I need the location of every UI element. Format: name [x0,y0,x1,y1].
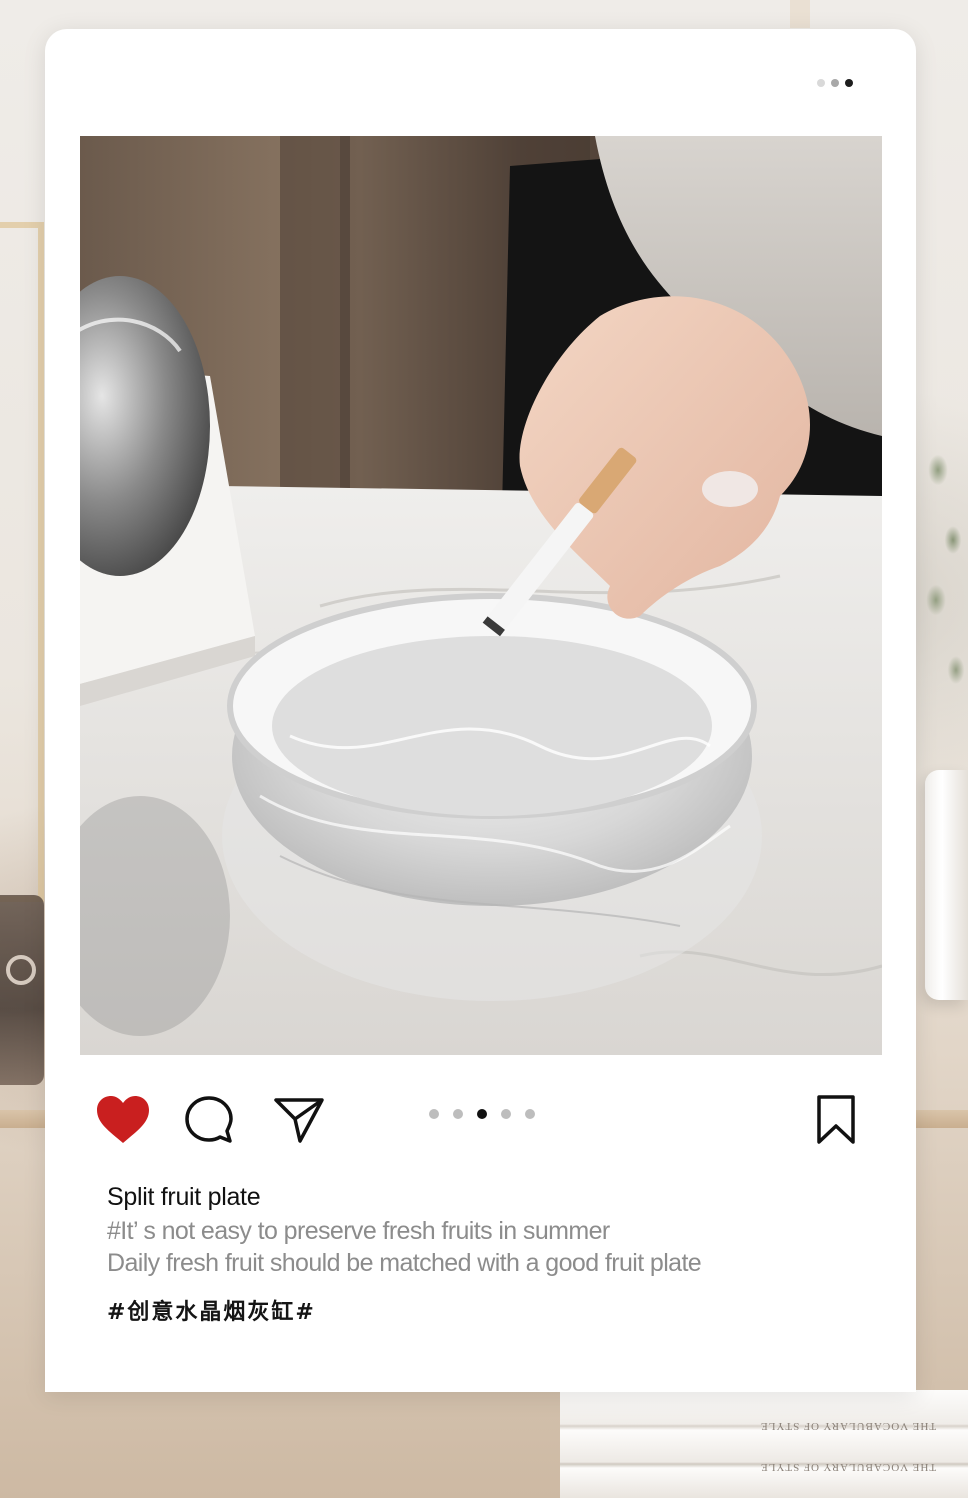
top-indicator [817,79,853,87]
background-plant [918,430,968,730]
book-spine-text: THE VOCABULARY OF STYLE [760,1420,937,1432]
comment-icon[interactable] [181,1094,237,1146]
photo-scene [80,136,882,1055]
post-caption: Split fruit plate #It’ s not easy to pre… [107,1179,867,1329]
background-radio [0,895,44,1085]
top-indicator-dot-active [845,79,853,87]
bookmark-icon[interactable] [811,1094,861,1146]
caption-line: Daily fresh fruit should be matched with… [107,1249,702,1277]
post-photo[interactable] [80,136,882,1055]
caption-title: Split fruit plate [107,1183,261,1211]
caption-line: #It’ s not easy to preserve fresh fruits… [107,1217,610,1245]
carousel-dot[interactable] [501,1109,511,1119]
hashtag-link[interactable]: #创意水晶烟灰缸# [107,1297,867,1329]
post-card: Split fruit plate #It’ s not easy to pre… [45,29,916,1392]
heart-icon[interactable] [95,1094,151,1146]
top-indicator-dot [831,79,839,87]
carousel-dot[interactable] [525,1109,535,1119]
background-vase [925,770,968,1000]
background-frame-corner [790,0,810,28]
carousel-indicator [429,1109,535,1119]
book-spine-text: THE VOCABULARY OF STYLE [760,1461,937,1473]
send-icon[interactable] [271,1094,327,1146]
background-books [560,1390,968,1498]
carousel-dot[interactable] [453,1109,463,1119]
top-indicator-dot [817,79,825,87]
carousel-dot-active[interactable] [477,1109,487,1119]
post-action-bar [95,1094,860,1150]
background-picture-frame [0,222,44,902]
carousel-dot[interactable] [429,1109,439,1119]
